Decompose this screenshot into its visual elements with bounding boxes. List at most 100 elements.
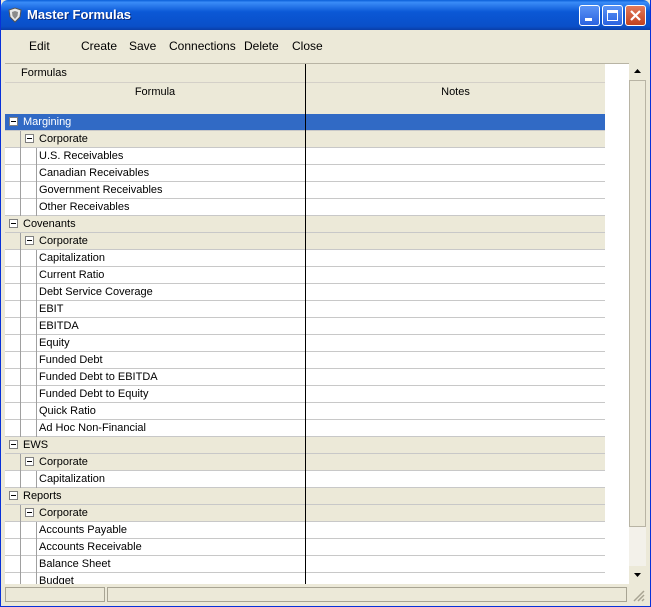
menu-create[interactable]: Create xyxy=(81,39,117,53)
scroll-thumb[interactable] xyxy=(629,80,646,527)
notes-cell[interactable] xyxy=(306,352,605,368)
notes-cell[interactable] xyxy=(306,165,605,181)
row-label: EBITDA xyxy=(39,320,79,332)
tree-guide-line xyxy=(20,267,21,284)
status-pane-2 xyxy=(107,587,627,602)
scroll-down-button[interactable] xyxy=(629,566,646,583)
tree-guide-line xyxy=(20,522,21,539)
column-divider xyxy=(305,64,306,584)
formulas-grid[interactable]: Formulas Formula Notes Margining Corporat… xyxy=(5,63,629,584)
tree-guide-line xyxy=(20,165,21,182)
row-label: Other Receivables xyxy=(39,201,130,213)
menu-save[interactable]: Save xyxy=(129,39,156,53)
notes-cell[interactable] xyxy=(306,267,605,283)
notes-cell[interactable] xyxy=(306,573,605,584)
tree-guide-line xyxy=(36,420,37,437)
row-label: EWS xyxy=(23,439,49,451)
tree-guide-line xyxy=(36,250,37,267)
notes-cell[interactable] xyxy=(306,148,605,164)
notes-cell[interactable] xyxy=(306,488,605,504)
arrow-up-icon xyxy=(634,69,641,73)
row-label: Equity xyxy=(39,337,70,349)
tree-guide-line xyxy=(36,369,37,386)
notes-cell[interactable] xyxy=(306,216,605,232)
column-header-notes[interactable]: Notes xyxy=(306,86,605,98)
window-title: Master Formulas xyxy=(27,7,132,22)
tree-guide-line xyxy=(36,386,37,403)
status-bar xyxy=(5,585,646,603)
notes-cell[interactable] xyxy=(306,318,605,334)
row-label: Government Receivables xyxy=(39,184,163,196)
notes-cell[interactable] xyxy=(306,301,605,317)
collapse-toggle-icon[interactable] xyxy=(25,508,34,517)
collapse-toggle-icon[interactable] xyxy=(9,219,18,228)
group-header-label: Formulas xyxy=(21,67,67,79)
collapse-toggle-icon[interactable] xyxy=(25,134,34,143)
tree-guide-line xyxy=(20,420,21,437)
row-label: Quick Ratio xyxy=(39,405,96,417)
menu-connections[interactable]: Connections xyxy=(169,39,236,53)
row-label: Debt Service Coverage xyxy=(39,286,153,298)
tree-guide-line xyxy=(20,182,21,199)
row-label: Reports xyxy=(23,490,62,502)
collapse-toggle-icon[interactable] xyxy=(9,117,18,126)
shield-icon xyxy=(8,7,22,23)
tree-guide-line xyxy=(20,233,21,250)
notes-cell[interactable] xyxy=(306,403,605,419)
maximize-button[interactable] xyxy=(602,5,623,26)
minimize-button[interactable] xyxy=(579,5,600,26)
notes-cell[interactable] xyxy=(306,233,605,249)
column-header-formula[interactable]: Formula xyxy=(5,86,305,98)
master-formulas-window: Master Formulas Edit Create Save Connect… xyxy=(0,0,651,607)
notes-cell[interactable] xyxy=(306,556,605,572)
collapse-toggle-icon[interactable] xyxy=(9,491,18,500)
title-bar[interactable]: Master Formulas xyxy=(1,0,650,30)
tree-guide-line xyxy=(36,318,37,335)
notes-cell[interactable] xyxy=(306,250,605,266)
tree-guide-line xyxy=(36,573,37,584)
row-label: Funded Debt xyxy=(39,354,103,366)
tree-guide-line xyxy=(36,165,37,182)
tree-guide-line xyxy=(36,301,37,318)
close-window-button[interactable] xyxy=(625,5,646,26)
menu-edit[interactable]: Edit xyxy=(29,39,50,53)
notes-cell[interactable] xyxy=(306,471,605,487)
notes-cell[interactable] xyxy=(306,369,605,385)
notes-cell[interactable] xyxy=(306,454,605,470)
notes-cell[interactable] xyxy=(306,131,605,147)
tree-guide-line xyxy=(36,284,37,301)
notes-cell[interactable] xyxy=(306,539,605,555)
tree-guide-line xyxy=(36,352,37,369)
notes-cell[interactable] xyxy=(306,284,605,300)
notes-cell[interactable] xyxy=(306,335,605,351)
notes-cell[interactable] xyxy=(306,114,605,130)
notes-cell[interactable] xyxy=(306,522,605,538)
resize-grip-icon[interactable] xyxy=(631,588,645,602)
menu-close[interactable]: Close xyxy=(292,39,323,53)
row-label: Current Ratio xyxy=(39,269,105,281)
notes-cell[interactable] xyxy=(306,386,605,402)
collapse-toggle-icon[interactable] xyxy=(9,440,18,449)
tree-guide-line xyxy=(20,556,21,573)
notes-cell[interactable] xyxy=(306,437,605,453)
row-label: Capitalization xyxy=(39,252,106,264)
vertical-scrollbar[interactable] xyxy=(629,63,646,583)
tree-guide-line xyxy=(20,352,21,369)
collapse-toggle-icon[interactable] xyxy=(25,236,34,245)
notes-cell[interactable] xyxy=(306,505,605,521)
notes-cell[interactable] xyxy=(306,199,605,215)
row-label: Accounts Payable xyxy=(39,524,128,536)
tree-guide-line xyxy=(36,267,37,284)
collapse-toggle-icon[interactable] xyxy=(25,457,34,466)
notes-cell[interactable] xyxy=(306,182,605,198)
tree-guide-line xyxy=(36,335,37,352)
tree-guide-line xyxy=(20,454,21,471)
minimize-icon xyxy=(585,18,592,21)
notes-cell[interactable] xyxy=(306,420,605,436)
tree-guide-line xyxy=(36,522,37,539)
menu-delete[interactable]: Delete xyxy=(244,39,279,53)
row-label: Margining xyxy=(23,116,72,128)
tree-guide-line xyxy=(20,369,21,386)
scroll-up-button[interactable] xyxy=(629,63,646,80)
tree-guide-line xyxy=(20,505,21,522)
